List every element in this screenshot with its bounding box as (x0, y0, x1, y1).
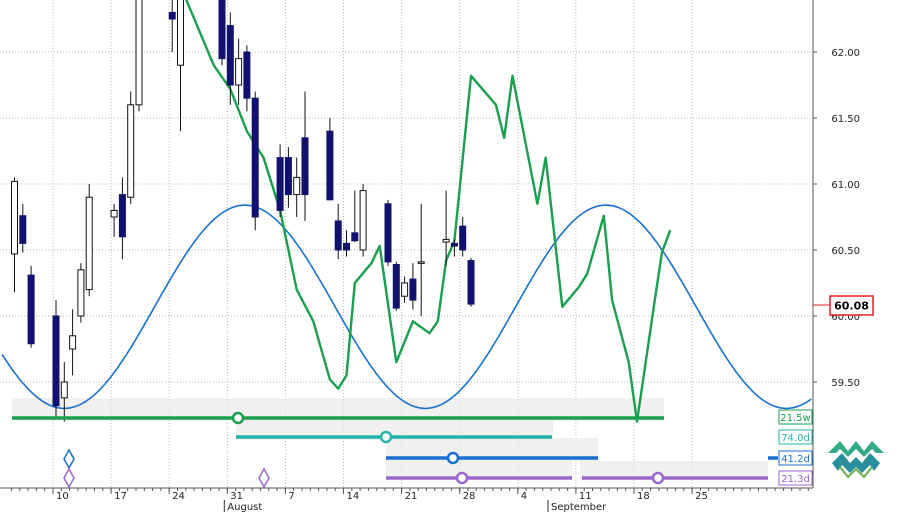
x-tick-label: 11 (579, 491, 592, 502)
candle-body (243, 51, 251, 99)
candle-body (135, 0, 143, 106)
x-tick-label: 21 (405, 491, 418, 502)
candle-body (11, 180, 18, 255)
brand-logo (828, 441, 884, 479)
candle-body (384, 203, 392, 263)
candle-body (69, 335, 77, 350)
last-price-label: 60.08 (834, 300, 869, 313)
candle-body (251, 97, 259, 218)
y-tick-label: 61.00 (831, 180, 860, 191)
candle-body (343, 242, 350, 251)
last-price-tag: 60.08 (813, 295, 874, 316)
cycle-diamond-marker (258, 467, 270, 489)
candle-body (235, 58, 243, 86)
candlestick-layer (11, 0, 475, 422)
cycle-markers (63, 448, 270, 489)
x-tick-label: 4 (521, 491, 527, 502)
candle-body (359, 190, 367, 251)
cycle-bar-marker (446, 451, 460, 465)
candle-body (351, 232, 359, 242)
x-tick-label: 24 (172, 491, 185, 502)
month-label: September (551, 502, 607, 513)
candle-body (85, 196, 93, 291)
candle-body (118, 194, 126, 238)
candle-body (52, 315, 60, 407)
candle-body (284, 157, 292, 196)
cycle-bar-marker (231, 411, 245, 425)
cycle-tag-41-2d: 41.2d (778, 450, 813, 466)
cycle-bar-marker (379, 430, 393, 444)
x-tick-label: 7 (288, 491, 294, 502)
cycle-chart[interactable]: 59.5060.0060.5061.0061.5062.00 10 17 24 31 7… (0, 0, 900, 513)
candle-body (77, 269, 85, 317)
candle-body (459, 225, 467, 251)
candle-body (127, 104, 135, 198)
cycle-tag-label: 74.0d (781, 433, 810, 444)
cycle-tag-label: 41.2d (781, 454, 810, 465)
x-tick-label: 17 (114, 491, 127, 502)
candle-body (60, 381, 68, 399)
cycle-diamond-marker (63, 467, 75, 489)
candle-body (401, 282, 409, 297)
x-tick-label: 10 (56, 491, 69, 502)
y-tick-label: 62.00 (831, 48, 860, 59)
y-axis: 59.5060.0060.5061.0061.5062.00 (812, 0, 860, 488)
cycle-bar-marker (651, 471, 665, 485)
candle-body (334, 220, 342, 251)
candle-body (218, 0, 226, 60)
x-tick-label: 31 (230, 491, 243, 502)
month-label: August (227, 502, 262, 513)
candle-body (301, 137, 309, 196)
x-tick-label: 25 (695, 491, 708, 502)
x-tick-label: 28 (463, 491, 476, 502)
candle-body (293, 176, 301, 196)
candle-body (27, 274, 35, 345)
green-cycle-line (436, 74, 672, 423)
cycle-tag-label: 21.3d (781, 474, 810, 485)
cycle-tag-label: 21.5w (780, 413, 810, 424)
candle-body (417, 261, 425, 264)
candle-body (392, 264, 400, 309)
candle-body (19, 215, 27, 244)
candle-body (226, 25, 234, 86)
candle-body (110, 209, 118, 218)
candle-body (409, 278, 417, 301)
candle-body (450, 242, 458, 247)
x-axis: 10 17 24 31 7 14 21 28 4 11 18 25 August September (0, 487, 813, 513)
candle-body (442, 238, 450, 243)
y-tick-label: 60.50 (831, 246, 860, 257)
y-tick-label: 59.50 (831, 378, 860, 389)
x-tick-label: 18 (637, 491, 650, 502)
cycle-bar-marker (455, 471, 469, 485)
candle-body (177, 0, 184, 66)
candle-body (168, 11, 176, 20)
cycle-tag-21-5w: 21.5w (778, 409, 813, 425)
candle-body (467, 260, 475, 305)
x-tick-label: 14 (347, 491, 360, 502)
y-tick-label: 61.50 (831, 114, 860, 125)
candle-body (326, 130, 334, 201)
cycle-tag-21-3d: 21.3d (778, 470, 813, 486)
cycle-diamond-marker (63, 448, 75, 470)
candle-body (276, 157, 284, 211)
cycle-tag-74-0d: 74.0d (778, 429, 813, 445)
